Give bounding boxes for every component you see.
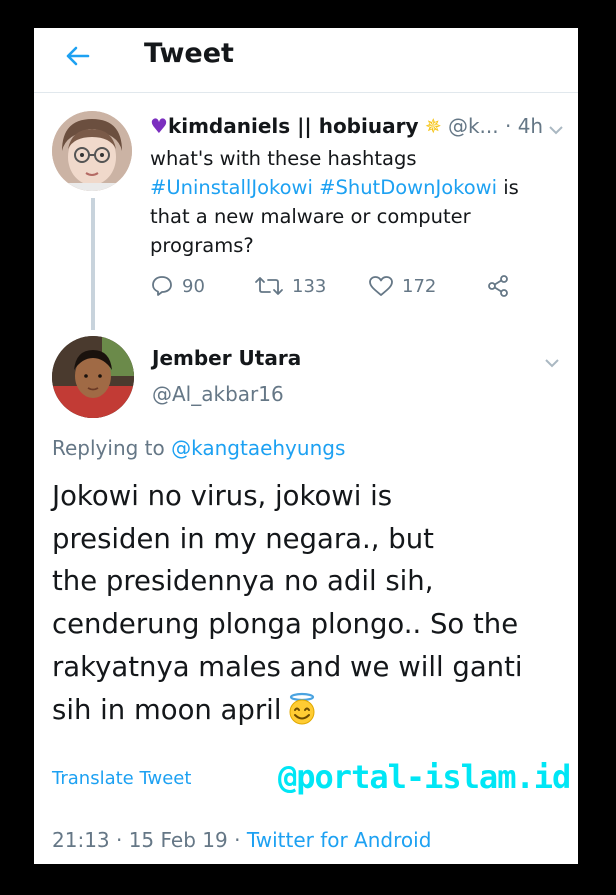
avatar[interactable] [52,111,132,191]
quoted-tweet-text: what's with these hashtags #UninstallJok… [150,144,560,260]
retweet-count: 133 [292,275,327,297]
tweet-timestamp: 21:13 · 15 Feb 19 · Twitter for Android [52,828,431,852]
source-link[interactable]: Twitter for Android [247,828,432,852]
reply-handle[interactable]: @Al_akbar16 [152,382,284,406]
replying-to-link[interactable]: @kangtaehyungs [171,436,345,460]
retweet-icon [255,277,283,295]
quoted-display-name[interactable]: kimdaniels || hobiuary [168,114,419,138]
translate-tweet-link[interactable]: Translate Tweet [52,768,191,789]
back-arrow-icon[interactable] [60,38,96,74]
tweet-screen: Tweet ♥kimdaniels || hobiuary ✵ @k... · … [34,28,578,864]
replying-to: Replying to @kangtaehyungs [52,436,345,460]
like-count: 172 [402,275,437,297]
page-title: Tweet [144,38,234,69]
reply-display-name[interactable]: Jember Utara [152,346,301,370]
quoted-text-before: what's with these hashtags [150,147,417,170]
purple-heart-icon: ♥ [150,114,168,138]
reply-button[interactable]: 90 [150,274,205,298]
replying-to-prefix: Replying to [52,436,172,460]
chevron-down-icon[interactable] [548,122,564,135]
thread-line [91,198,95,330]
angel-smile-emoji-icon [285,692,319,726]
reply-count: 90 [182,275,205,297]
reply-icon [152,276,172,296]
timestamp-text: 21:13 · 15 Feb 19 · [52,828,247,852]
reply-text-body: Jokowi no virus, jokowi is presiden in m… [52,480,523,726]
retweet-button[interactable]: 133 [254,274,326,298]
reply-tweet-text: Jokowi no virus, jokowi is presiden in m… [52,475,572,731]
avatar[interactable] [52,336,134,418]
hashtag-link[interactable]: #ShutDownJokowi [319,176,497,199]
hashtag-link[interactable]: #UninstallJokowi [150,176,313,199]
share-button[interactable] [486,274,518,298]
share-icon [488,275,508,297]
heart-icon [369,276,393,296]
tweet-actions: 90 133 172 [150,274,550,302]
quoted-tweet-header: ♥kimdaniels || hobiuary ✵ @k... · 4h [150,114,543,138]
chevron-down-icon[interactable] [544,355,560,368]
top-bar: Tweet [34,28,578,93]
quoted-handle[interactable]: @k... [448,114,499,138]
watermark: @portal-islam.id [278,758,571,796]
quoted-time: · 4h [504,114,544,138]
sparkle-icon: ✵ [418,114,442,138]
like-button[interactable]: 172 [368,274,436,298]
